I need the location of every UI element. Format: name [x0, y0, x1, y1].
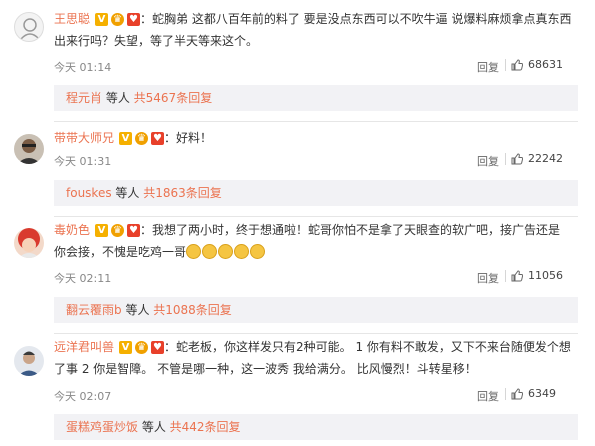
reply-button[interactable]: 回复 — [477, 59, 499, 75]
comment-text: ：我想了两小时，终于想通啦！蛇哥你怕不是拿了天眼查的软广吧，接广告还是 — [140, 223, 561, 237]
comment-text: ：蛇老板，你这样发只有2种可能。 1 你有料不敢发，又下不来台随便发个想 — [164, 340, 571, 354]
thumbs-up-icon — [511, 152, 523, 164]
medal-icon: ♛ — [111, 224, 125, 237]
sub-reply-text: 等人 — [138, 420, 170, 434]
user-badges: V ♛ ♥ — [119, 132, 165, 145]
sub-reply-count[interactable]: 共5467条回复 — [134, 91, 213, 105]
medal-icon: ♛ — [135, 132, 149, 145]
comment-text-cont: 你会接，不愧是吃鸡一哥 — [54, 245, 187, 259]
divider — [54, 121, 578, 122]
emoji-icon — [186, 244, 202, 259]
comment-text: ：好料！ — [164, 131, 213, 145]
separator — [505, 152, 506, 165]
verified-icon: V — [119, 341, 133, 354]
comment-time: 今天 02:07 — [54, 390, 112, 403]
sub-reply-count[interactable]: 共1088条回复 — [153, 303, 232, 317]
sub-reply-user[interactable]: 程元肖 — [66, 91, 102, 105]
thumbs-up-icon — [511, 387, 523, 399]
thumbs-up-icon — [511, 269, 523, 281]
reply-button[interactable]: 回复 — [477, 270, 499, 286]
medal-icon: ♛ — [135, 341, 149, 354]
commenter-name[interactable]: 带带大师兄 — [54, 131, 114, 145]
divider — [54, 333, 578, 334]
fan-badge-icon: ♥ — [151, 132, 165, 145]
commenter-name[interactable]: 毒奶色 — [54, 223, 90, 237]
sub-reply-count[interactable]: 共442条回复 — [170, 420, 241, 434]
sub-reply-user[interactable]: fouskes — [66, 186, 112, 200]
user-badges: V ♛ ♥ — [95, 13, 141, 26]
user-badges: V ♛ ♥ — [95, 224, 141, 237]
like-count: 11056 — [528, 269, 563, 282]
emoji-icon — [234, 244, 250, 259]
medal-icon: ♛ — [111, 13, 125, 26]
emoji-icon — [202, 244, 218, 259]
comment-text-cont: 出来行吗？失望，等了半天等来这个。 — [54, 34, 259, 48]
commenter-name[interactable]: 远洋君叫兽 — [54, 340, 114, 354]
sub-reply-user[interactable]: 蛋糕鸡蛋炒饭 — [66, 420, 138, 434]
fan-badge-icon: ♥ — [127, 13, 141, 26]
sub-reply-text: 等人 — [102, 91, 134, 105]
like-count: 6349 — [528, 387, 556, 400]
sub-replies-link[interactable]: 程元肖 等人 共5467条回复 — [54, 85, 578, 111]
like-button[interactable]: 22242 — [505, 152, 563, 165]
avatar[interactable] — [14, 12, 44, 42]
verified-icon: V — [95, 13, 109, 26]
thumbs-up-icon — [511, 58, 523, 70]
comment-time: 今天 01:14 — [54, 61, 112, 74]
verified-icon: V — [95, 224, 109, 237]
like-button[interactable]: 11056 — [505, 269, 563, 282]
user-badges: V ♛ ♥ — [119, 341, 165, 354]
separator — [505, 387, 506, 400]
sub-replies-link[interactable]: 翻云覆雨b 等人 共1088条回复 — [54, 297, 578, 323]
comment-text: ：蛇胸弟 这都八百年前的料了 要是没点东西可以不吹牛逼 说爆料麻烦拿点真东西 — [140, 12, 572, 26]
avatar[interactable] — [14, 134, 44, 164]
cartoon-avatar-icon — [20, 18, 40, 40]
sub-reply-text: 等人 — [111, 186, 144, 200]
comment-time: 今天 02:11 — [54, 272, 112, 285]
reply-button[interactable]: 回复 — [477, 153, 499, 169]
like-count: 22242 — [528, 152, 563, 165]
verified-icon: V — [119, 132, 133, 145]
commenter-name[interactable]: 王思聪 — [54, 12, 90, 26]
like-button[interactable]: 6349 — [505, 387, 556, 400]
reply-button[interactable]: 回复 — [477, 388, 499, 404]
sub-reply-text: 等人 — [121, 303, 154, 317]
divider — [54, 216, 578, 217]
separator — [505, 269, 506, 282]
avatar[interactable] — [14, 228, 44, 258]
person-avatar-icon — [17, 139, 41, 164]
comment-time: 今天 01:31 — [54, 155, 112, 168]
sub-reply-count[interactable]: 共1863条回复 — [143, 186, 222, 200]
like-count: 68631 — [528, 58, 563, 71]
sub-replies-link[interactable]: fouskes 等人 共1863条回复 — [54, 180, 578, 206]
sub-reply-user[interactable]: 翻云覆雨b — [66, 303, 122, 317]
avatar[interactable] — [14, 346, 44, 376]
red-hair-avatar-icon — [18, 228, 40, 258]
separator — [505, 58, 506, 71]
like-button[interactable]: 68631 — [505, 58, 563, 71]
comment-text-cont: 了事 2 你是智障。 不管是哪一种，这一波秀 我给满分。 比风慢烈！斗转星移！ — [54, 362, 477, 376]
fan-badge-icon: ♥ — [151, 341, 165, 354]
fan-badge-icon: ♥ — [127, 224, 141, 237]
emoji-icon — [218, 244, 234, 259]
sub-replies-link[interactable]: 蛋糕鸡蛋炒饭 等人 共442条回复 — [54, 414, 578, 440]
emoji-icon — [250, 244, 266, 259]
person-avatar-icon — [18, 351, 40, 376]
emoji-group — [186, 244, 266, 259]
